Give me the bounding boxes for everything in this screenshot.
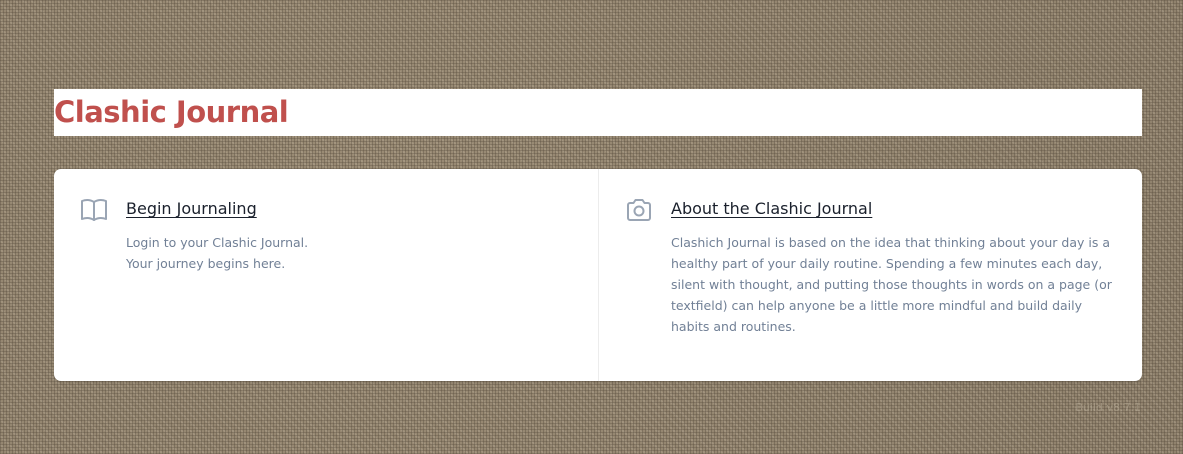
begin-journaling-line-1: Login to your Clashic Journal. (126, 235, 309, 250)
book-open-icon (80, 197, 108, 223)
footer-version-text: Build v8.7.1 (1075, 401, 1141, 414)
begin-journaling-description: Login to your Clashic Journal. Your jour… (126, 232, 572, 274)
begin-journaling-panel: Begin Journaling Login to your Clashic J… (54, 169, 598, 381)
about-journal-link[interactable]: About the Clashic Journal (671, 199, 872, 218)
app-title: Clashic Journal (54, 95, 289, 129)
about-panel: About the Clashic Journal Clashich Journ… (598, 169, 1142, 381)
camera-icon (625, 197, 653, 223)
begin-journaling-link[interactable]: Begin Journaling (126, 199, 257, 218)
header-bar: Clashic Journal (54, 89, 1142, 136)
begin-journaling-line-2: Your journey begins here. (126, 256, 286, 271)
welcome-card: Begin Journaling Login to your Clashic J… (54, 169, 1142, 381)
about-journal-description: Clashich Journal is based on the idea th… (671, 235, 1112, 334)
